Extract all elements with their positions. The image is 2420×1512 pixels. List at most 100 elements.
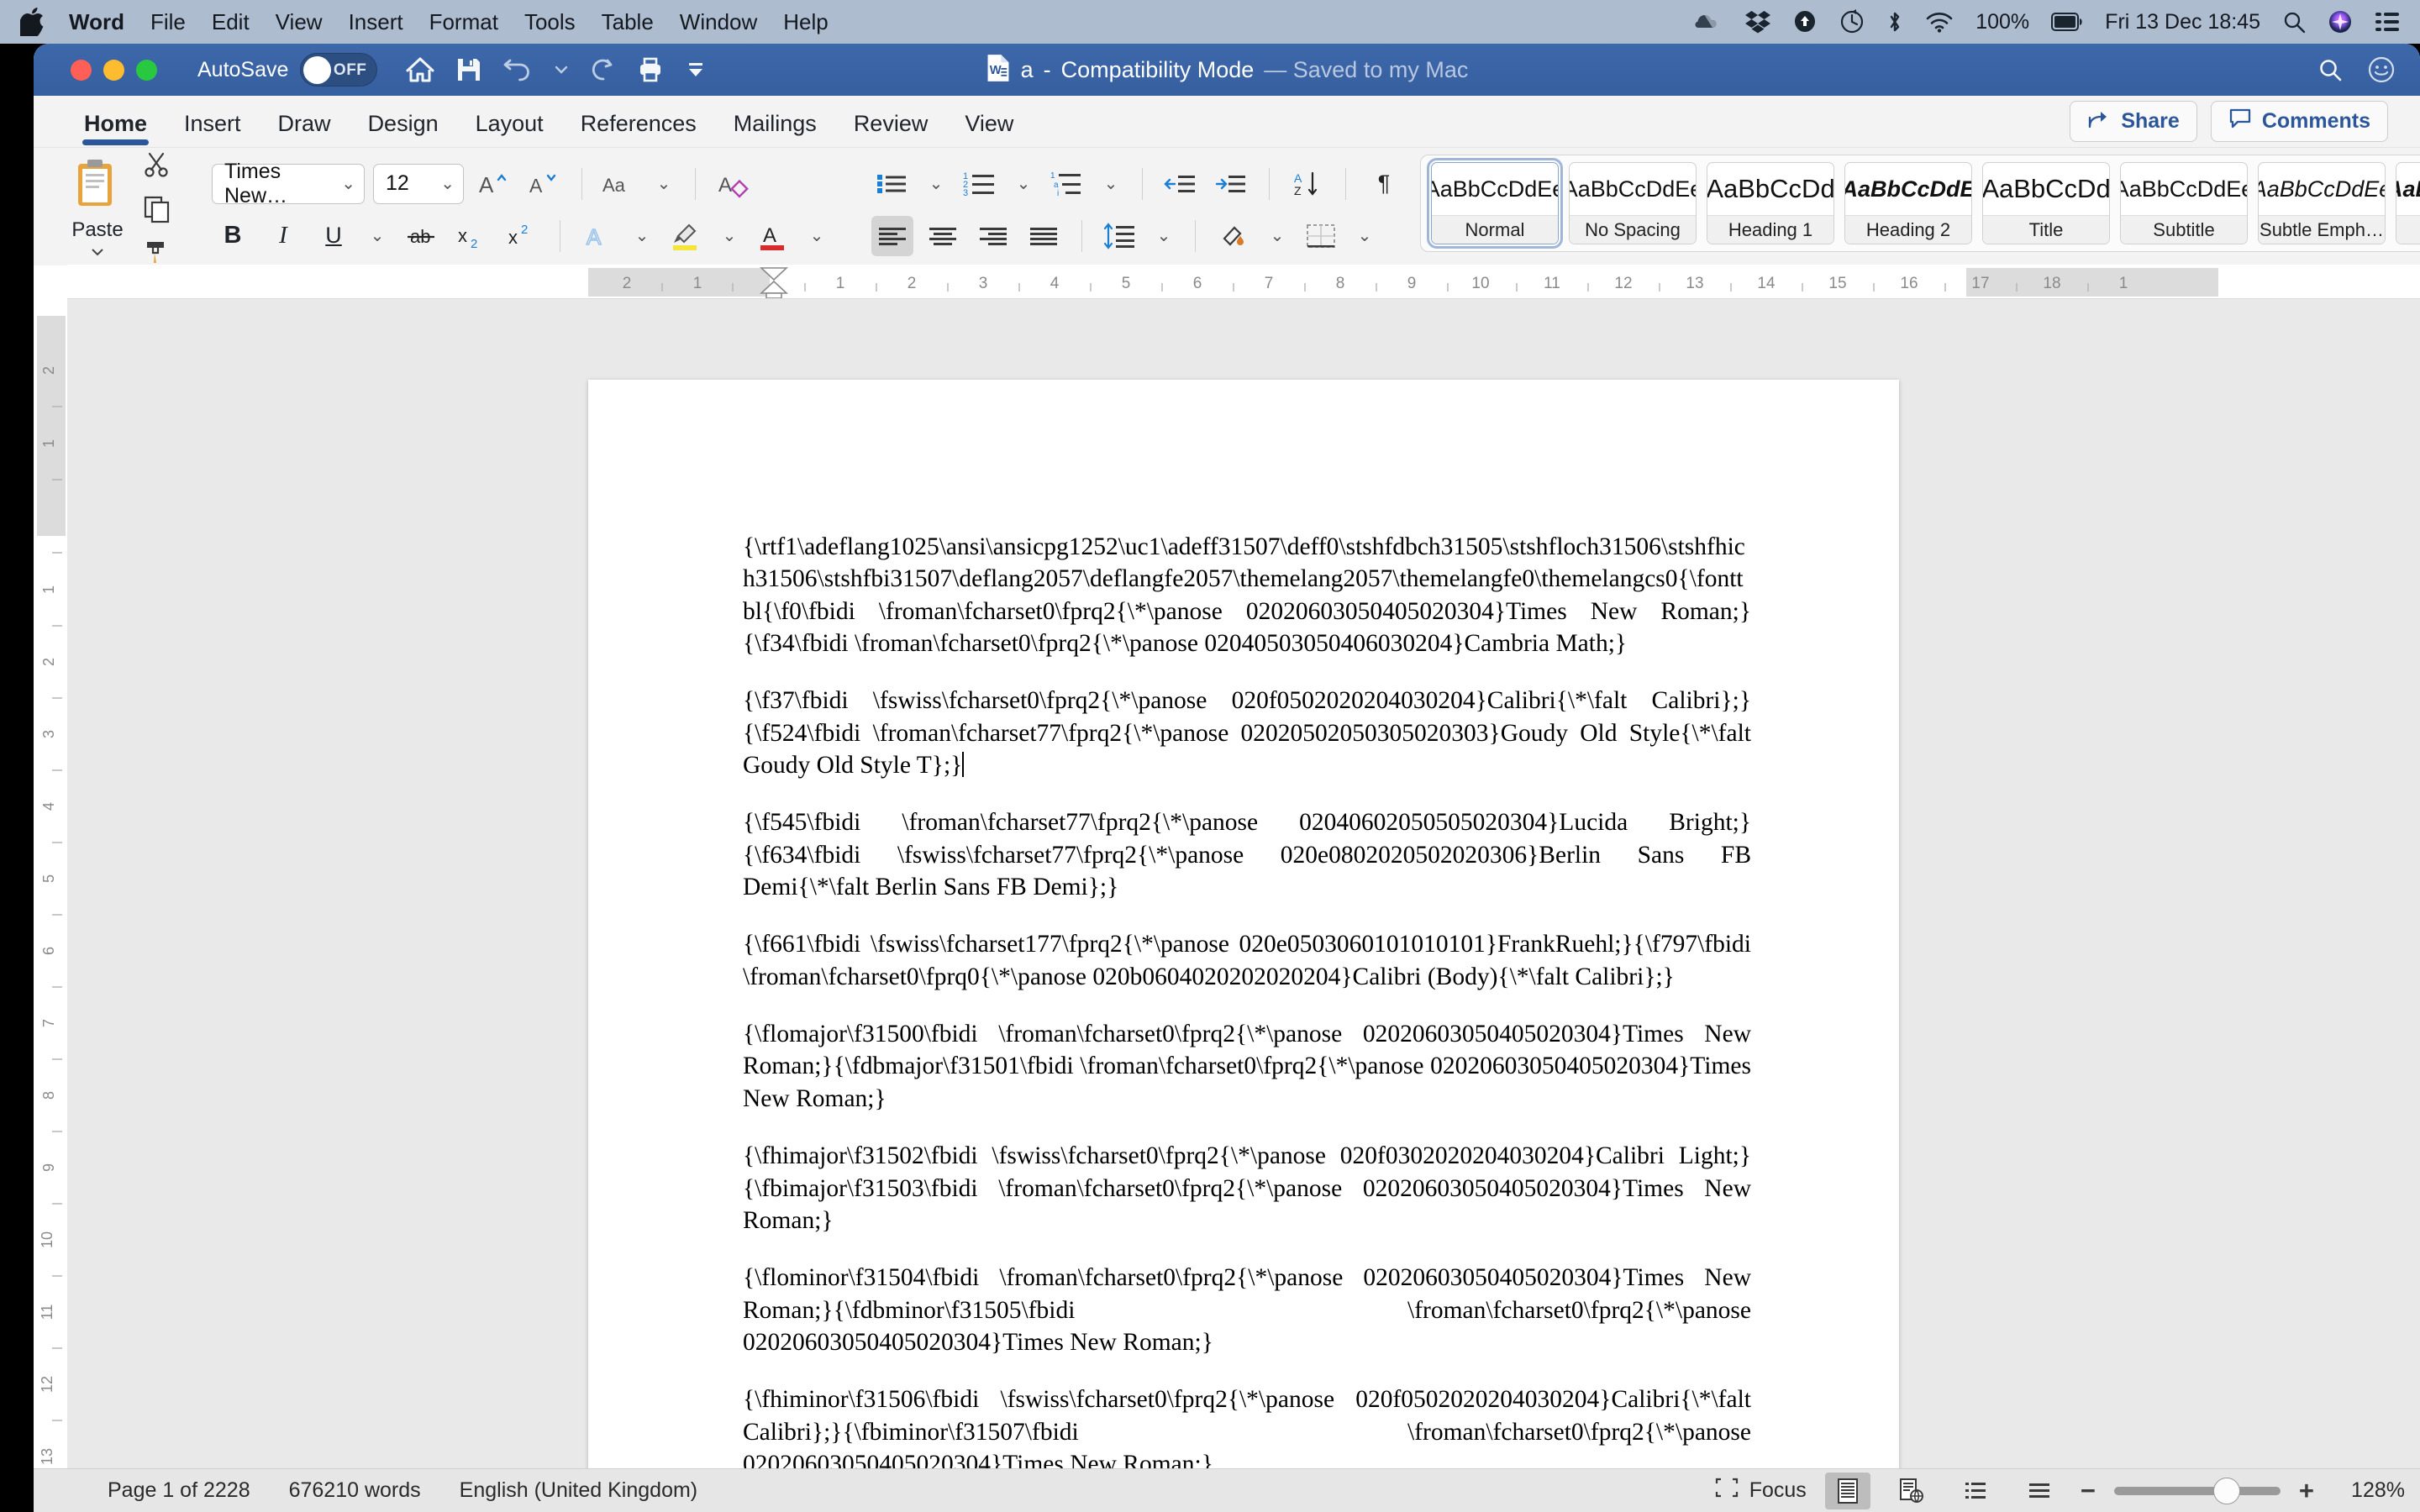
- account-avatar-icon[interactable]: [2368, 56, 2395, 83]
- zoom-level-label[interactable]: 128%: [2333, 1478, 2405, 1503]
- siri-icon[interactable]: [2328, 9, 2353, 34]
- maximize-window-button[interactable]: [136, 59, 157, 81]
- shading-icon[interactable]: [1213, 216, 1255, 256]
- horizontal-ruler[interactable]: 21 123 456 789 10 11 12 13 14 15 16 17 18 1: [34, 265, 2420, 299]
- highlight-color-icon[interactable]: [665, 216, 707, 256]
- chevron-down-icon[interactable]: ⌄: [1350, 216, 1379, 256]
- tab-design[interactable]: Design: [350, 111, 457, 147]
- zoom-slider-knob[interactable]: [2212, 1477, 2240, 1504]
- tab-view[interactable]: View: [946, 111, 1032, 147]
- align-center-icon[interactable]: [922, 216, 964, 256]
- chevron-down-icon[interactable]: ⌄: [1263, 216, 1292, 256]
- menubar-item-file[interactable]: File: [150, 9, 186, 35]
- print-icon[interactable]: [638, 57, 663, 82]
- italic-button[interactable]: I: [262, 216, 304, 256]
- menubar-item-table[interactable]: Table: [602, 9, 654, 35]
- bluetooth-icon[interactable]: [1886, 9, 1903, 34]
- outline-view-icon[interactable]: [1953, 1473, 1998, 1509]
- sort-az-icon[interactable]: AZ: [1286, 164, 1328, 204]
- vertical-ruler[interactable]: 21 123 456 789 10 11 12 13: [34, 265, 67, 1478]
- text-effects-icon[interactable]: A: [577, 216, 619, 256]
- chevron-down-icon[interactable]: ⌄: [1009, 164, 1038, 204]
- menubar-item-window[interactable]: Window: [680, 9, 757, 35]
- style-card-heading-2[interactable]: AaBbCcDdE Heading 2: [1844, 162, 1972, 244]
- chevron-down-icon[interactable]: ⌄: [1097, 164, 1125, 204]
- autosave-toggle[interactable]: OFF: [300, 53, 378, 87]
- save-icon[interactable]: [456, 57, 481, 82]
- scissors-icon[interactable]: [143, 150, 171, 183]
- apple-logo-icon[interactable]: [16, 8, 45, 39]
- document-canvas[interactable]: {\rtf1\adeflang1025\ansi\ansicpg1252\uc1…: [67, 299, 2420, 1468]
- document-page[interactable]: {\rtf1\adeflang1025\ansi\ansicpg1252\uc1…: [588, 380, 1899, 1468]
- menubar-item-edit[interactable]: Edit: [212, 9, 250, 35]
- underline-button[interactable]: U: [313, 216, 355, 256]
- print-layout-icon[interactable]: [1824, 1472, 1870, 1509]
- share-button[interactable]: Share: [2070, 101, 2197, 142]
- zoom-in-button[interactable]: +: [2299, 1476, 2314, 1506]
- time-machine-icon[interactable]: [1839, 9, 1865, 34]
- bullet-list-icon[interactable]: [871, 164, 913, 204]
- menubar-item-format[interactable]: Format: [429, 9, 498, 35]
- tab-mailings[interactable]: Mailings: [715, 111, 835, 147]
- decrease-indent-icon[interactable]: [1160, 164, 1202, 204]
- align-right-icon[interactable]: [972, 216, 1014, 256]
- tab-insert[interactable]: Insert: [166, 111, 260, 147]
- copy-icon[interactable]: [143, 195, 171, 228]
- draft-view-icon[interactable]: [2017, 1473, 2062, 1509]
- document-text[interactable]: {\rtf1\adeflang1025\ansi\ansicpg1252\uc1…: [743, 531, 1751, 1468]
- subscript-icon[interactable]: x2: [450, 216, 492, 256]
- grow-font-icon[interactable]: A: [472, 164, 514, 204]
- font-color-icon[interactable]: A: [752, 216, 794, 256]
- redo-icon[interactable]: [591, 57, 616, 82]
- control-center-icon[interactable]: [2375, 11, 2400, 33]
- borders-icon[interactable]: [1300, 216, 1342, 256]
- chevron-down-icon[interactable]: ⌄: [715, 216, 744, 256]
- focus-button[interactable]: Focus: [1714, 1477, 1807, 1504]
- wifi-icon[interactable]: [1925, 11, 1954, 33]
- web-layout-icon[interactable]: [1889, 1473, 1934, 1509]
- chevron-down-icon[interactable]: ⌄: [363, 216, 392, 256]
- customize-toolbar-icon[interactable]: [685, 59, 707, 81]
- language-label[interactable]: English (United Kingdom): [460, 1478, 697, 1503]
- menubar-item-tools[interactable]: Tools: [524, 9, 576, 35]
- close-window-button[interactable]: [71, 59, 92, 81]
- strikethrough-icon[interactable]: ab: [400, 216, 442, 256]
- pilcrow-icon[interactable]: ¶: [1363, 164, 1405, 204]
- menubar-datetime[interactable]: Fri 13 Dec 18:45: [2105, 10, 2260, 34]
- style-card-heading-1[interactable]: AaBbCcDd Heading 1: [1707, 162, 1834, 244]
- font-size-combobox[interactable]: 12 ⌄: [373, 163, 464, 204]
- dropbox-icon[interactable]: [1745, 10, 1771, 34]
- menubar-item-word[interactable]: Word: [69, 9, 124, 35]
- chevron-down-icon[interactable]: ⌄: [628, 216, 656, 256]
- page-info-label[interactable]: Page 1 of 2228: [108, 1478, 250, 1503]
- style-card-emphasis[interactable]: AaBbCcDdEe Emphasis: [2396, 162, 2420, 244]
- word-count-label[interactable]: 676210 words: [289, 1478, 421, 1503]
- tab-draw[interactable]: Draw: [260, 111, 350, 147]
- style-card-no-spacing[interactable]: AaBbCcDdEe No Spacing: [1569, 162, 1697, 244]
- style-card-normal[interactable]: AaBbCcDdEe Normal: [1427, 158, 1563, 249]
- style-card-subtle-emphasis[interactable]: AaBbCcDdEe Subtle Emph…: [2258, 162, 2386, 244]
- home-icon[interactable]: [406, 56, 434, 83]
- shrink-font-icon[interactable]: A: [523, 164, 565, 204]
- chevron-down-icon[interactable]: ⌄: [1150, 216, 1178, 256]
- chevron-down-icon[interactable]: ⌄: [922, 164, 950, 204]
- line-spacing-icon[interactable]: [1099, 216, 1141, 256]
- menubar-item-view[interactable]: View: [276, 9, 323, 35]
- increase-indent-icon[interactable]: [1210, 164, 1252, 204]
- chevron-down-icon[interactable]: ⌄: [802, 216, 831, 256]
- search-icon[interactable]: [2317, 57, 2343, 82]
- bold-button[interactable]: B: [212, 216, 254, 256]
- style-card-title[interactable]: AaBbCcDd Title: [1982, 162, 2110, 244]
- chevron-down-icon[interactable]: ⌄: [650, 164, 678, 204]
- multilevel-list-icon[interactable]: 1ai: [1046, 164, 1088, 204]
- minimize-window-button[interactable]: [103, 59, 124, 81]
- tab-references[interactable]: References: [562, 111, 715, 147]
- tab-home[interactable]: Home: [66, 111, 166, 147]
- upload-cloud-icon[interactable]: [1792, 10, 1818, 34]
- undo-icon[interactable]: [503, 58, 532, 81]
- numbered-list-icon[interactable]: 123: [959, 164, 1001, 204]
- font-name-combobox[interactable]: Times New… ⌄: [212, 160, 365, 207]
- battery-icon[interactable]: [2051, 12, 2083, 32]
- undo-dropdown-icon[interactable]: [554, 64, 569, 76]
- style-card-subtitle[interactable]: AaBbCcDdEe Subtitle: [2120, 162, 2248, 244]
